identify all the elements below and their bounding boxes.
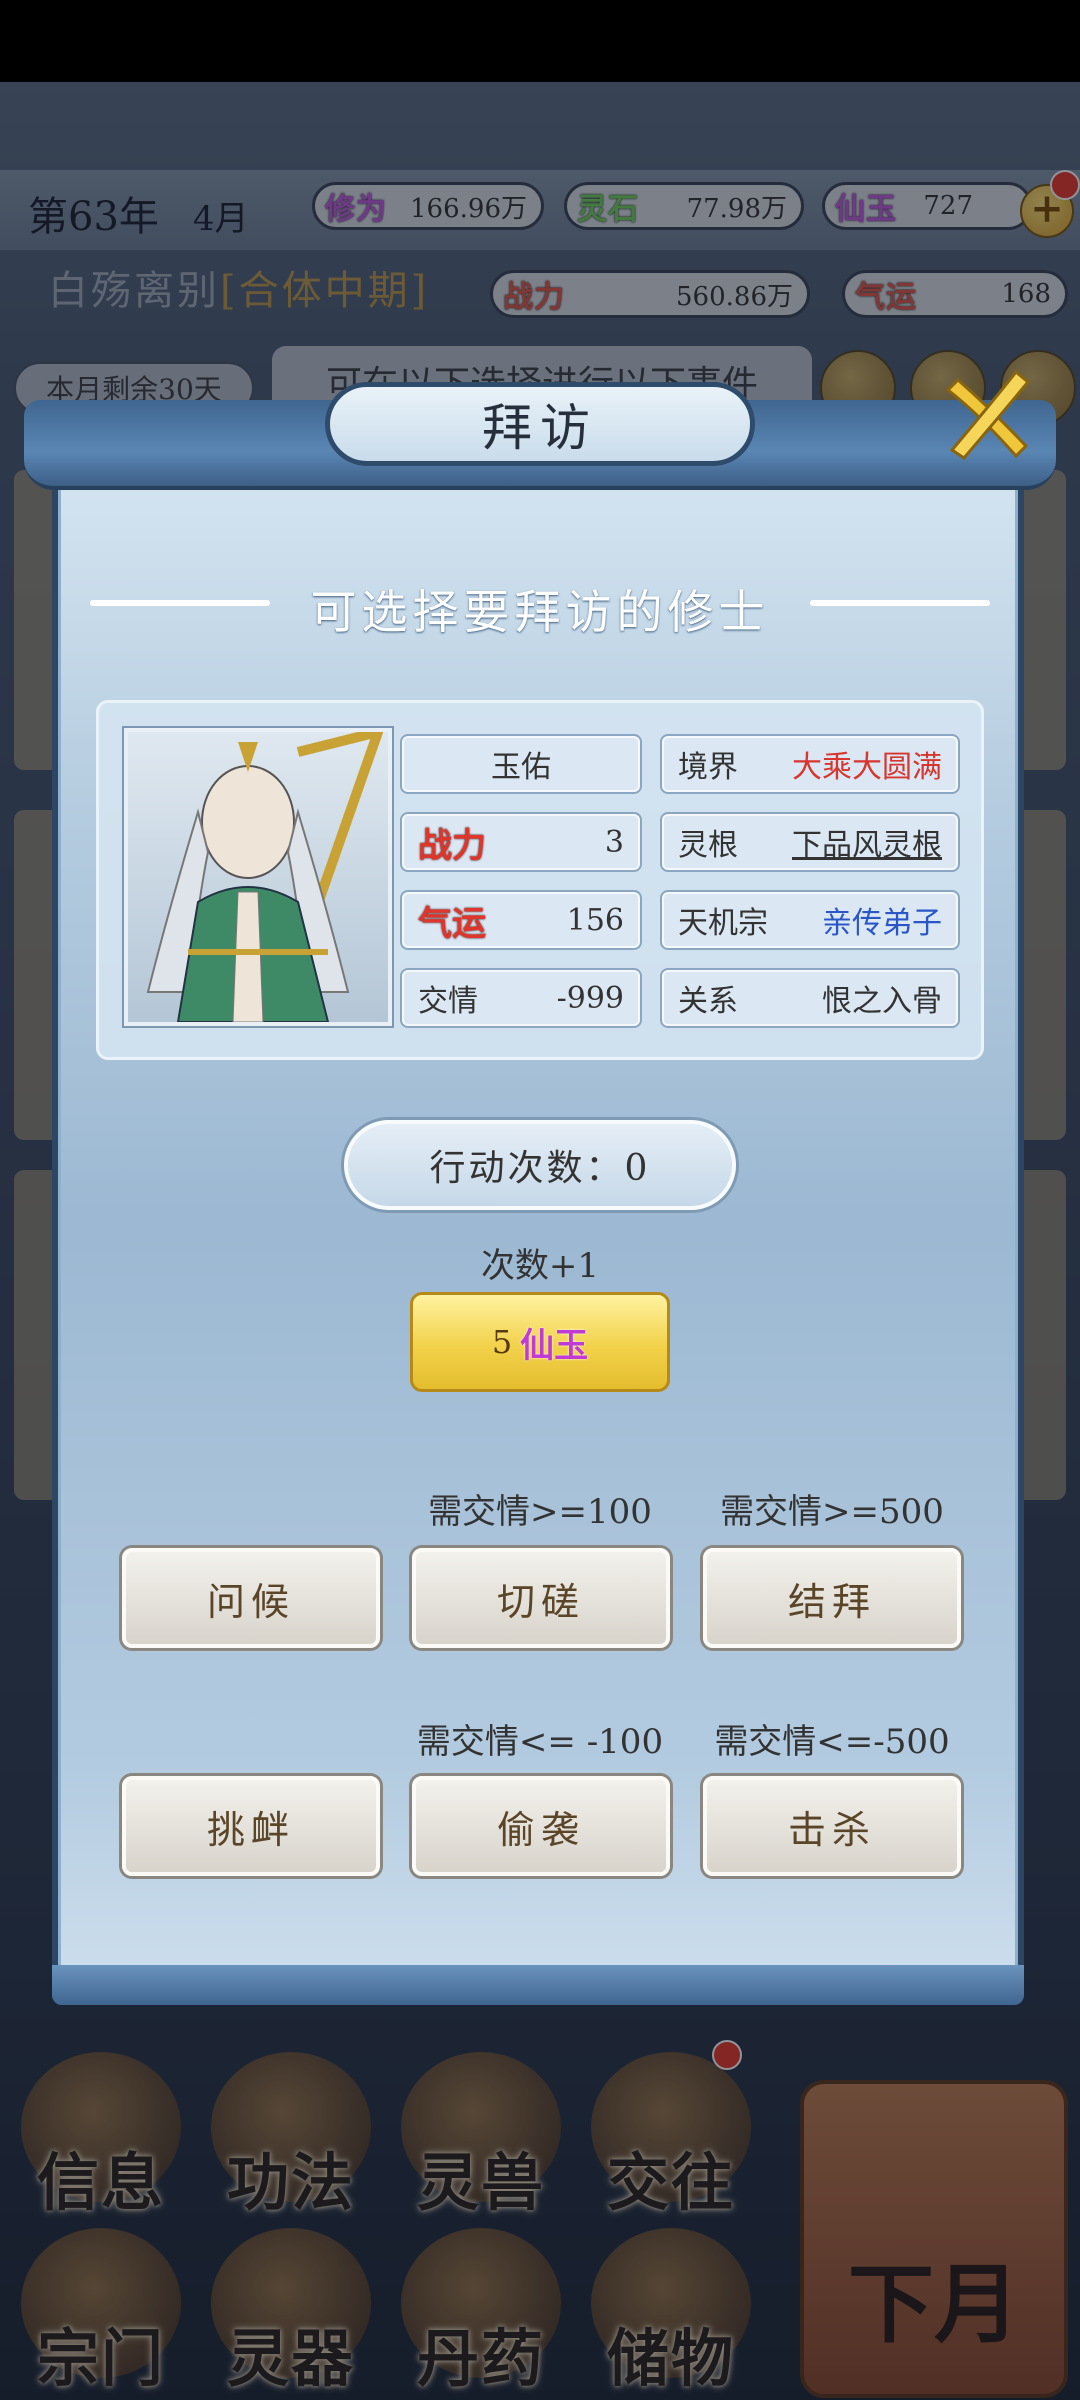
cultivator-power: 战力 3 <box>402 814 640 870</box>
cultivator-realm-label: 境界 <box>678 750 738 785</box>
kill-requirement: 需交情<=-500 <box>714 1722 950 1762</box>
greet-button[interactable]: 问候 <box>122 1548 380 1648</box>
cultivator-power-value: 3 <box>604 824 624 860</box>
jade-currency-label: 仙玉 <box>520 1325 589 1366</box>
cultivator-relation: 关系 恨之入骨 <box>662 970 958 1026</box>
cultivator-realm: 境界 大乘大圆满 <box>662 736 958 792</box>
dialog-subtitle: 可选择要拜访的修士 <box>310 585 770 639</box>
action-count: 行动次数：0 <box>344 1120 736 1210</box>
dialog-footer-bar <box>52 1965 1024 2005</box>
visit-dialog <box>52 445 1024 2005</box>
cultivator-friendship-value: -999 <box>556 980 624 1016</box>
kill-button[interactable]: 击杀 <box>703 1776 961 1876</box>
sworn-requirement: 需交情>=500 <box>720 1492 944 1532</box>
spar-requirement: 需交情>=100 <box>428 1492 652 1532</box>
cultivator-luck-label: 气运 <box>418 903 486 944</box>
dialog-title: 拜访 <box>325 382 755 466</box>
cultivator-friendship-label: 交情 <box>418 984 478 1019</box>
buy-action-button[interactable]: 5 仙玉 <box>410 1292 670 1392</box>
ambush-button[interactable]: 偷袭 <box>412 1776 670 1876</box>
cultivator-friendship: 交情 -999 <box>402 970 640 1026</box>
cultivator-relation-value: 恨之入骨 <box>822 984 942 1019</box>
cultivator-luck-value: 156 <box>566 902 624 938</box>
cultivator-luck: 气运 156 <box>402 892 640 948</box>
cultivator-root-value[interactable]: 下品风灵根 <box>792 820 942 864</box>
status-bar <box>0 0 1080 82</box>
provoke-button[interactable]: 挑衅 <box>122 1776 380 1876</box>
cultivator-power-label: 战力 <box>418 825 486 866</box>
cultivator-root: 灵根 下品风灵根 <box>662 814 958 870</box>
plus-action-label: 次数+1 <box>480 1246 600 1286</box>
close-icon[interactable] <box>930 360 1040 470</box>
ambush-requirement: 需交情<= -100 <box>416 1722 664 1762</box>
cultivator-sect-rank: 亲传弟子 <box>822 906 942 941</box>
cultivator-relation-label: 关系 <box>678 984 738 1019</box>
cost-amount: 5 <box>491 1323 513 1361</box>
spar-button[interactable]: 切磋 <box>412 1548 670 1648</box>
cultivator-sect-label: 天机宗 <box>678 906 768 941</box>
cultivator-name: 玉佑 <box>402 736 640 792</box>
cultivator-root-label: 灵根 <box>678 828 738 863</box>
cultivator-avatar-icon <box>146 724 386 1023</box>
cultivator-portrait[interactable] <box>124 724 392 1026</box>
sworn-brother-button[interactable]: 结拜 <box>703 1548 961 1648</box>
cultivator-realm-value: 大乘大圆满 <box>792 750 942 785</box>
cultivator-sect: 天机宗 亲传弟子 <box>662 892 958 948</box>
